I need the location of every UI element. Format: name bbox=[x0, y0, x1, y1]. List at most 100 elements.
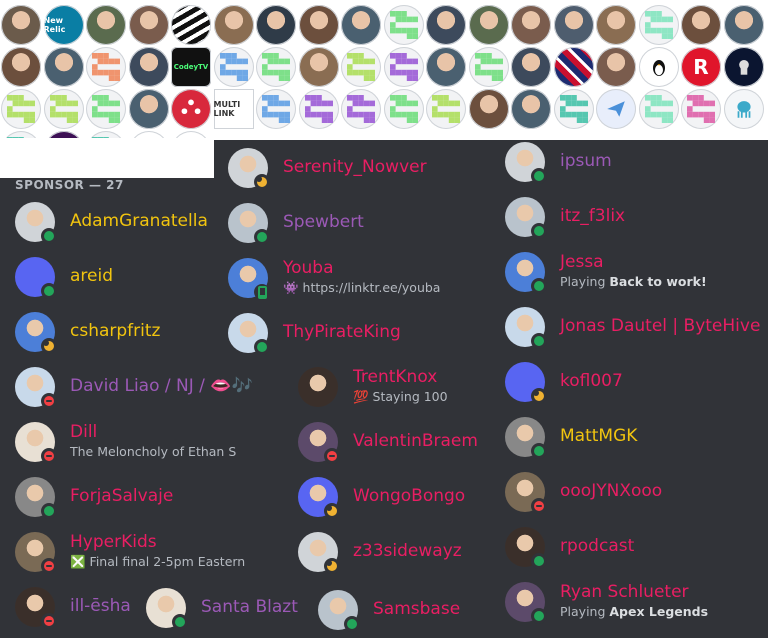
user-avatar[interactable] bbox=[341, 5, 381, 45]
user-avatar[interactable] bbox=[1, 47, 41, 87]
multi-link-logo[interactable]: MULTI LINK bbox=[213, 89, 254, 129]
user-avatar[interactable] bbox=[256, 5, 296, 45]
identicon-avatar[interactable] bbox=[383, 5, 424, 45]
user-avatar[interactable] bbox=[468, 5, 509, 45]
user-avatar[interactable] bbox=[468, 89, 509, 129]
identicon-avatar[interactable] bbox=[426, 89, 466, 129]
member-item[interactable]: Santa Blazt bbox=[146, 588, 346, 636]
user-avatar[interactable] bbox=[681, 5, 721, 45]
member-activity: 💯 Staying 100 bbox=[353, 389, 448, 404]
member-item[interactable]: z33sidewayz bbox=[298, 532, 498, 580]
squid-logo[interactable] bbox=[723, 89, 764, 129]
status-indicator bbox=[41, 503, 57, 519]
paper-plane-logo[interactable] bbox=[596, 89, 636, 129]
member-item[interactable]: WongoBongo bbox=[298, 477, 498, 525]
identicon-avatar[interactable] bbox=[1, 89, 41, 129]
user-avatar[interactable] bbox=[128, 89, 169, 129]
member-item[interactable]: Jessa Playing Back to work! bbox=[505, 252, 760, 300]
astronaut-logo[interactable] bbox=[723, 47, 764, 87]
user-avatar[interactable] bbox=[553, 5, 594, 45]
identicon-avatar[interactable] bbox=[638, 89, 679, 129]
online-status-icon bbox=[534, 226, 544, 236]
user-avatar[interactable] bbox=[86, 5, 126, 45]
identicon-avatar[interactable] bbox=[341, 47, 381, 87]
member-item[interactable]: ForjaSalvaje bbox=[15, 477, 215, 525]
identicon-avatar[interactable] bbox=[553, 89, 594, 129]
member-name: Spewbert bbox=[283, 212, 364, 232]
identicon-avatar[interactable] bbox=[298, 89, 339, 129]
user-avatar[interactable] bbox=[128, 5, 169, 45]
user-avatar[interactable] bbox=[213, 5, 254, 45]
status-indicator bbox=[531, 553, 547, 569]
activity-game: Apex Legends bbox=[609, 604, 709, 619]
identicon-avatar[interactable] bbox=[256, 89, 296, 129]
member-item[interactable]: MattMGK bbox=[505, 417, 760, 465]
identicon-avatar[interactable] bbox=[341, 89, 381, 129]
zebra-logo[interactable] bbox=[171, 5, 211, 45]
member-name: areid bbox=[70, 266, 114, 286]
member-item[interactable]: rpodcast bbox=[505, 527, 760, 575]
member-name: WongoBongo bbox=[353, 486, 466, 506]
user-avatar[interactable] bbox=[43, 47, 84, 87]
online-status-icon bbox=[44, 231, 54, 241]
member-item[interactable]: csharpfritz bbox=[15, 312, 215, 360]
identicon-avatar[interactable] bbox=[86, 47, 126, 87]
identicon-avatar[interactable] bbox=[638, 5, 679, 45]
identicon-avatar[interactable] bbox=[86, 89, 126, 129]
red-dots-logo[interactable] bbox=[171, 89, 211, 129]
user-avatar[interactable] bbox=[298, 5, 339, 45]
new-relic-logo[interactable]: New Relic bbox=[43, 5, 84, 45]
penguin-logo[interactable] bbox=[638, 47, 679, 87]
member-item[interactable]: Jonas Dautel | ByteHive bbox=[505, 307, 760, 355]
member-item[interactable]: kofl007 bbox=[505, 362, 760, 410]
identicon-avatar[interactable] bbox=[256, 47, 296, 87]
user-avatar[interactable] bbox=[596, 5, 636, 45]
user-avatar[interactable] bbox=[426, 47, 466, 87]
user-avatar[interactable] bbox=[128, 47, 169, 87]
member-item[interactable]: AdamGranatella bbox=[15, 202, 215, 250]
idle-status-icon bbox=[256, 176, 267, 187]
identicon-avatar[interactable] bbox=[383, 89, 424, 129]
member-item[interactable]: TrentKnox 💯 Staying 100 bbox=[298, 367, 498, 415]
user-avatar[interactable] bbox=[511, 5, 551, 45]
idle-status-icon bbox=[43, 340, 54, 351]
status-indicator bbox=[41, 283, 57, 299]
member-avatar[interactable] bbox=[298, 367, 338, 407]
status-indicator bbox=[254, 174, 270, 190]
member-item[interactable]: ipsum bbox=[505, 142, 760, 190]
status-indicator bbox=[531, 388, 547, 404]
member-item[interactable]: Serenity_Nowver bbox=[228, 148, 428, 196]
member-item[interactable]: oooJYNXooo bbox=[505, 472, 760, 520]
user-avatar[interactable] bbox=[511, 47, 551, 87]
dnd-status-icon bbox=[44, 561, 54, 571]
status-indicator bbox=[531, 278, 547, 294]
identicon-avatar[interactable] bbox=[383, 47, 424, 87]
user-avatar[interactable] bbox=[511, 89, 551, 129]
user-avatar[interactable] bbox=[298, 47, 339, 87]
member-item[interactable]: Dill The Meloncholy of Ethan S bbox=[15, 422, 236, 470]
identicon-avatar[interactable] bbox=[468, 47, 509, 87]
codey-logo[interactable]: CodeyTV bbox=[171, 47, 211, 87]
member-item[interactable]: Youba 👾 https://linktr.ee/youba bbox=[228, 258, 440, 306]
stripes-logo[interactable] bbox=[553, 47, 594, 87]
red-r-logo[interactable]: R bbox=[681, 47, 721, 87]
user-avatar[interactable] bbox=[1, 5, 41, 45]
member-item[interactable]: Samsbase bbox=[318, 590, 518, 638]
member-item[interactable]: itz_f3lix bbox=[505, 197, 760, 245]
member-item[interactable]: areid bbox=[15, 257, 215, 305]
online-status-icon bbox=[44, 286, 54, 296]
member-item[interactable]: ThyPirateKing bbox=[228, 313, 428, 361]
member-activity: Playing Back to work! bbox=[560, 274, 707, 289]
identicon-avatar[interactable] bbox=[681, 89, 721, 129]
member-item[interactable]: Spewbert bbox=[228, 203, 428, 251]
member-item[interactable]: David Liao / NJ / 👄🎶 bbox=[15, 367, 253, 415]
user-avatar[interactable] bbox=[596, 47, 636, 87]
member-item[interactable]: Ryan Schlueter Playing Apex Legends bbox=[505, 582, 760, 630]
member-item[interactable]: ValentinBraem bbox=[298, 422, 498, 470]
dnd-status-icon bbox=[44, 396, 54, 406]
user-avatar[interactable] bbox=[426, 5, 466, 45]
identicon-avatar[interactable] bbox=[43, 89, 84, 129]
member-item[interactable]: HyperKids ❎ Final final 2-5pm Eastern bbox=[15, 532, 245, 580]
identicon-avatar[interactable] bbox=[213, 47, 254, 87]
user-avatar[interactable] bbox=[723, 5, 764, 45]
